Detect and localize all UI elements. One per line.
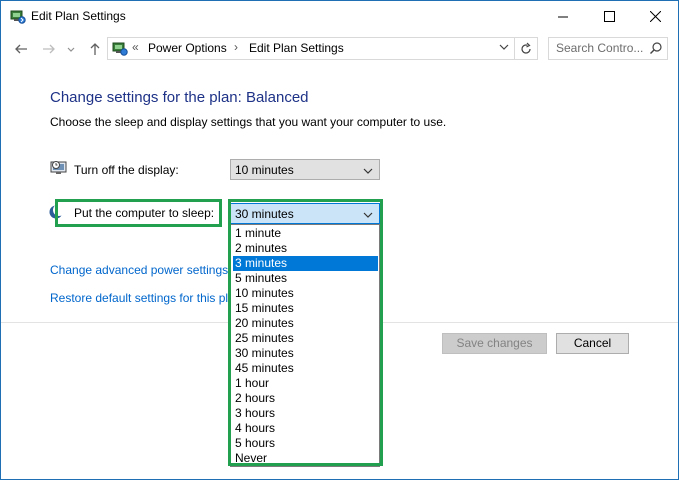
window-title: Edit Plan Settings <box>31 9 126 23</box>
forward-button[interactable] <box>40 40 58 58</box>
search-box[interactable]: Search Contro... <box>548 37 668 60</box>
chevron-down-icon <box>67 47 75 52</box>
display-icon <box>50 159 68 177</box>
search-placeholder: Search Contro... <box>556 41 644 55</box>
address-dropdown-button[interactable] <box>498 41 510 56</box>
display-timeout-select[interactable]: 10 minutes <box>230 159 380 180</box>
address-bar[interactable]: « Power Options › Edit Plan Settings <box>107 37 515 60</box>
breadcrumb-edit-plan-settings[interactable]: Edit Plan Settings <box>249 41 344 55</box>
save-changes-button[interactable]: Save changes <box>442 333 547 354</box>
breadcrumb-power-options[interactable]: Power Options <box>148 41 227 55</box>
minimize-button[interactable] <box>540 1 586 31</box>
forward-arrow-icon <box>43 44 55 54</box>
close-button[interactable] <box>632 1 678 31</box>
sleep-dropdown-highlight <box>228 199 383 466</box>
breadcrumb-separator[interactable]: › <box>234 40 238 54</box>
search-icon[interactable] <box>649 41 663 58</box>
edit-plan-settings-window: Edit Plan Settings « Power Options › Edi… <box>0 0 679 480</box>
display-timeout-value: 10 minutes <box>235 163 294 177</box>
page-title: Change settings for the plan: Balanced <box>50 89 309 106</box>
cancel-button[interactable]: Cancel <box>556 333 629 354</box>
up-button[interactable] <box>86 40 104 58</box>
recent-locations-button[interactable] <box>65 40 77 58</box>
power-options-icon <box>9 8 26 25</box>
sleep-label-highlight <box>55 199 222 227</box>
maximize-button[interactable] <box>586 1 632 31</box>
back-button[interactable] <box>12 40 30 58</box>
control-panel-icon <box>111 40 128 57</box>
minimize-icon <box>557 16 568 17</box>
close-icon <box>649 10 661 22</box>
refresh-icon <box>521 42 531 54</box>
chevron-down-icon <box>363 165 373 179</box>
advanced-power-settings-link[interactable]: Change advanced power settings <box>50 263 228 277</box>
up-arrow-icon <box>90 43 100 55</box>
title-bar: Edit Plan Settings <box>1 1 678 31</box>
page-subtitle: Choose the sleep and display settings th… <box>50 115 447 129</box>
display-timeout-label: Turn off the display: <box>74 163 179 177</box>
back-arrow-icon <box>15 44 27 54</box>
restore-defaults-link[interactable]: Restore default settings for this pla <box>50 291 235 305</box>
chevron-down-icon <box>499 44 509 50</box>
refresh-button[interactable] <box>514 37 538 60</box>
maximize-icon <box>603 10 615 22</box>
breadcrumb-overflow[interactable]: « <box>132 40 139 54</box>
